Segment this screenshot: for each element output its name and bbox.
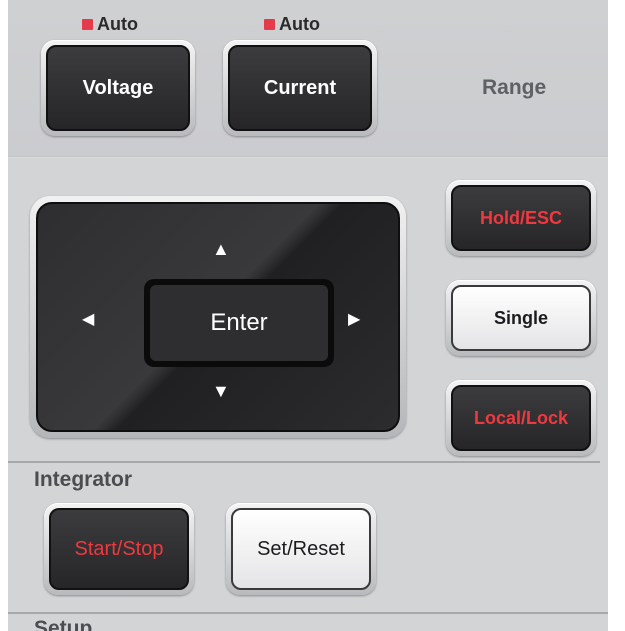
range-section-label: Range [482,76,547,99]
voltage-button[interactable]: Voltage [41,40,195,136]
range-section: Auto Auto Voltage Current Range [8,0,608,156]
current-auto-label: Auto [279,14,320,34]
range-divider [8,156,608,158]
single-button[interactable]: Single [446,280,596,356]
set-reset-button-label: Set/Reset [231,508,371,590]
local-lock-button[interactable]: Local/Lock [446,380,596,456]
setup-divider [8,612,608,614]
navigation-pad-bezel: ▲ ▼ ◀ ▶ Enter [30,196,406,438]
hold-esc-button[interactable]: Hold/ESC [446,180,596,256]
navigation-pad: ▲ ▼ ◀ ▶ Enter [36,202,400,432]
set-reset-button[interactable]: Set/Reset [226,503,376,595]
left-arrow-icon[interactable]: ◀ [82,311,94,329]
voltage-auto-label: Auto [97,14,138,34]
local-lock-button-label: Local/Lock [451,385,591,451]
voltage-auto-led [82,19,93,30]
integrator-divider [8,461,600,463]
setup-section-label: Setup [34,617,93,631]
down-arrow-icon[interactable]: ▼ [212,382,230,400]
voltage-auto-indicator: Auto [82,14,138,35]
integrator-section-label: Integrator [34,468,133,491]
current-auto-led [264,19,275,30]
current-auto-indicator: Auto [264,14,320,35]
up-arrow-icon[interactable]: ▲ [212,240,230,258]
current-button[interactable]: Current [223,40,377,136]
start-stop-button-label: Start/Stop [49,508,189,590]
instrument-front-panel: Auto Auto Voltage Current Range ▲ ▼ ◀ ▶ … [8,0,608,631]
right-arrow-icon[interactable]: ▶ [348,311,360,329]
start-stop-button[interactable]: Start/Stop [44,503,194,595]
current-button-label: Current [228,45,372,131]
enter-button[interactable]: Enter [144,279,334,367]
voltage-button-label: Voltage [46,45,190,131]
single-button-label: Single [451,285,591,351]
enter-button-label: Enter [150,285,328,361]
hold-esc-button-label: Hold/ESC [451,185,591,251]
